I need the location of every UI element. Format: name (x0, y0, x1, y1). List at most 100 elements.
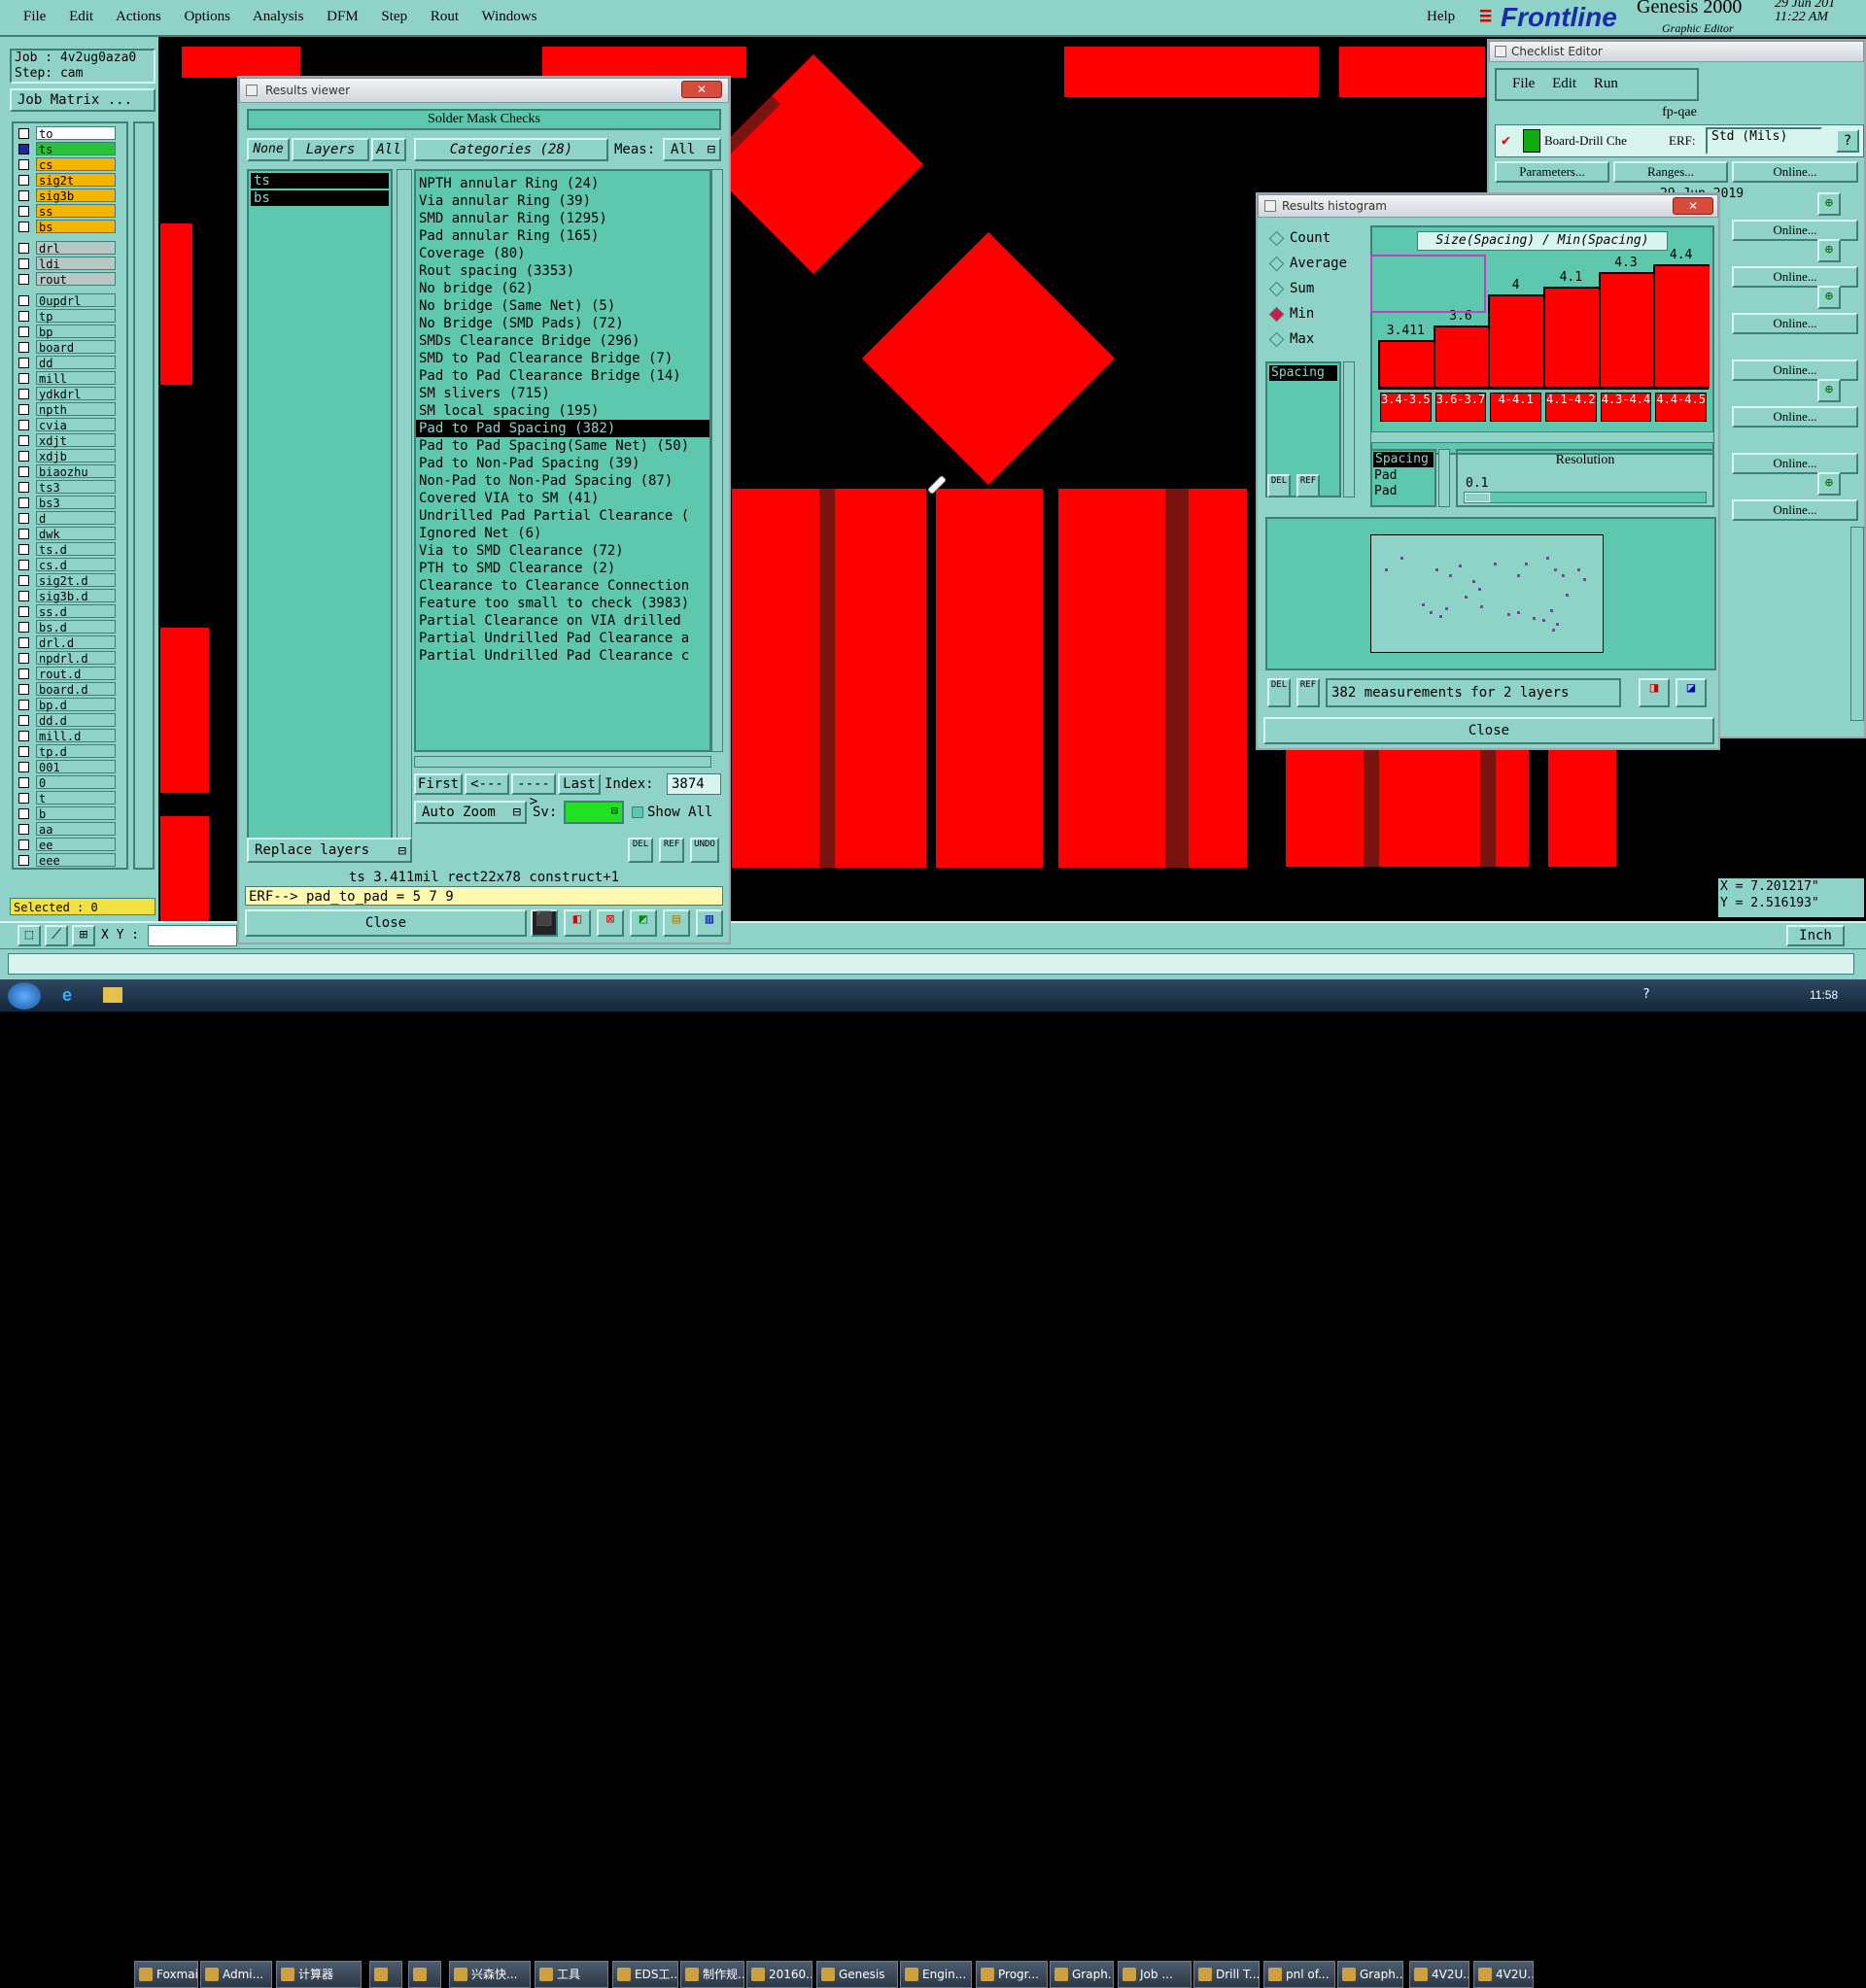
auto-zoom-dropdown[interactable]: Auto Zoom ⊟ (414, 801, 527, 824)
layer-checkbox[interactable] (18, 668, 29, 679)
taskbar-item[interactable]: Drill T... (1193, 1961, 1260, 1988)
all-button[interactable]: All (371, 138, 406, 161)
measure-list-scrollbar[interactable] (1343, 361, 1355, 497)
menu-edit[interactable]: Edit (69, 9, 93, 24)
category-item[interactable]: PTH to SMD Clearance (2) (416, 560, 709, 577)
taskbar-item[interactable]: Foxmail (134, 1961, 198, 1988)
menu-file[interactable]: File (23, 9, 46, 24)
tray-help-icon[interactable]: ? (1642, 987, 1650, 1002)
online-button[interactable]: Online... (1732, 360, 1858, 381)
layer-row[interactable]: ts.d (14, 541, 126, 557)
layer-checkbox[interactable] (18, 143, 29, 154)
layer-row[interactable]: ss.d (14, 603, 126, 619)
online-button[interactable]: Online... (1732, 266, 1858, 288)
layer-row[interactable]: ts (14, 141, 126, 156)
layer-checkbox[interactable] (18, 528, 29, 539)
layer-row[interactable]: ee (14, 837, 126, 852)
layer-row[interactable]: drl (14, 240, 126, 256)
replace-layers-dropdown[interactable]: Replace layers ⊟ (247, 838, 412, 863)
taskbar-item[interactable]: pnl of... (1263, 1961, 1335, 1988)
measure-list-2-scrollbar[interactable] (1438, 449, 1450, 507)
job-matrix-button[interactable]: Job Matrix ... (10, 88, 156, 112)
layer-row[interactable]: rout.d (14, 666, 126, 681)
meas-dropdown[interactable]: All ⊟ (663, 138, 721, 161)
category-list-scrollbar[interactable] (711, 169, 723, 752)
layer-checkbox[interactable] (18, 839, 29, 850)
category-item[interactable]: SMD to Pad Clearance Bridge (7) (416, 350, 709, 367)
hist-ref-button[interactable]: REF (1296, 474, 1320, 497)
zoom-icon[interactable]: ⊕ (1817, 286, 1841, 309)
layer-checkbox[interactable] (18, 652, 29, 664)
online-button[interactable]: Online... (1732, 220, 1858, 241)
chart-hscrollbar[interactable] (1370, 431, 1714, 443)
layer-row[interactable]: sig2t (14, 172, 126, 188)
histogram-close-button[interactable]: Close (1263, 717, 1714, 744)
slider-thumb[interactable] (1465, 493, 1490, 502)
categories-button[interactable]: Categories (28) (414, 138, 608, 161)
measure2-item[interactable]: Pad (1372, 484, 1434, 499)
close-icon[interactable]: ✕ (1673, 197, 1713, 215)
taskbar-item[interactable]: Graph... (1337, 1961, 1403, 1988)
layer-checkbox[interactable] (18, 605, 29, 617)
online-button[interactable]: Online... (1732, 406, 1858, 428)
layer-checkbox[interactable] (18, 699, 29, 710)
layer-checkbox[interactable] (18, 326, 29, 337)
layer-list-scrollbar[interactable] (397, 169, 412, 855)
taskbar-item[interactable]: Genesis (816, 1961, 898, 1988)
layer-row[interactable]: bs (14, 219, 126, 234)
taskbar-item[interactable]: 4V2U... (1409, 1961, 1469, 1988)
taskbar-item[interactable]: Graph... (1050, 1961, 1114, 1988)
histogram-bar[interactable] (1433, 325, 1490, 389)
hist-del-button[interactable]: DEL (1267, 474, 1291, 497)
last-button[interactable]: Last (558, 773, 601, 795)
menu-options[interactable]: Options (184, 9, 230, 24)
layer-checkbox[interactable] (18, 512, 29, 524)
layer-row[interactable]: sig3b.d (14, 588, 126, 603)
category-item[interactable]: Rout spacing (3353) (416, 262, 709, 280)
layer-row[interactable]: cs.d (14, 557, 126, 572)
layer-checkbox[interactable] (18, 497, 29, 508)
histogram-bar[interactable] (1653, 263, 1710, 389)
category-item[interactable]: No Bridge (SMD Pads) (72) (416, 315, 709, 332)
category-item[interactable]: Partial Undrilled Pad Clearance c (416, 647, 709, 665)
category-item[interactable]: Non-Pad to Non-Pad Spacing (87) (416, 472, 709, 490)
index-field[interactable]: 3874 (667, 773, 721, 795)
category-item[interactable]: Clearance to Clearance Connection (416, 577, 709, 595)
category-hscrollbar[interactable] (414, 756, 711, 768)
taskbar-item[interactable]: EDS工... (612, 1961, 678, 1988)
menu-analysis[interactable]: Analysis (253, 9, 304, 24)
menu-actions[interactable]: Actions (116, 9, 161, 24)
category-item[interactable]: NPTH annular Ring (24) (416, 175, 709, 192)
layer-checkbox[interactable] (18, 205, 29, 217)
layer-row[interactable]: board (14, 339, 126, 355)
zoom-icon[interactable]: ⊕ (1817, 472, 1841, 496)
layer-checkbox[interactable] (18, 730, 29, 741)
folder-icon[interactable] (103, 987, 122, 1003)
layer-checkbox[interactable] (18, 388, 29, 399)
category-item[interactable]: Pad to Pad Spacing (382) (416, 420, 709, 437)
layer-checkbox[interactable] (18, 745, 29, 757)
ce-menu-run[interactable]: Run (1594, 76, 1618, 91)
ie-icon[interactable]: e (62, 985, 82, 1005)
layer-row[interactable]: 0updrl (14, 292, 126, 308)
ranges-button[interactable]: Ranges... (1613, 161, 1728, 183)
layer-list-scrollbar[interactable] (133, 121, 155, 870)
checklist-titlebar[interactable]: Checklist Editor (1489, 41, 1864, 62)
tool-measure-icon[interactable]: ⟋ (45, 925, 68, 946)
layer-checkbox[interactable] (18, 683, 29, 695)
result-layer-item[interactable]: ts (251, 173, 389, 189)
taskbar-item[interactable]: 4V2U... (1473, 1961, 1534, 1988)
layer-row[interactable]: ydkdrl (14, 386, 126, 401)
taskbar-item[interactable] (369, 1961, 402, 1988)
ce-menu-file[interactable]: File (1512, 76, 1535, 91)
layer-checkbox[interactable] (18, 559, 29, 570)
layer-row[interactable]: rout (14, 271, 126, 287)
layer-checkbox[interactable] (18, 714, 29, 726)
export-icon[interactable]: ◨ (1639, 678, 1670, 707)
check-row[interactable]: ✔ Board-Drill Che ERF: Std (Mils) ? (1495, 124, 1864, 157)
aggregate-radio[interactable]: Max (1265, 326, 1355, 352)
close-button[interactable]: Close (245, 909, 527, 937)
layer-row[interactable]: b (14, 805, 126, 821)
layer-row[interactable]: 0 (14, 774, 126, 790)
layer-checkbox[interactable] (18, 372, 29, 384)
